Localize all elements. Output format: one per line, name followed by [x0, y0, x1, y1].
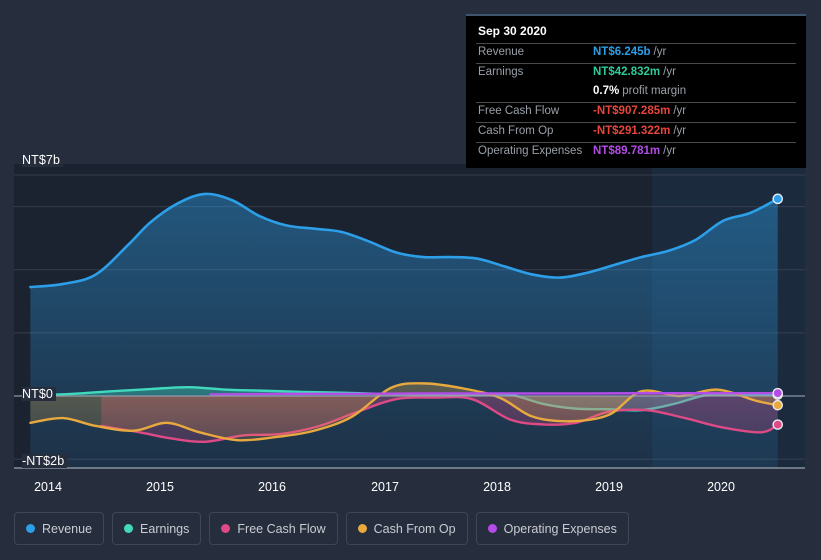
- x-axis-tick-label: 2015: [146, 480, 174, 494]
- endpoint-dot-free-cash-flow[interactable]: [772, 419, 784, 430]
- endpoint-dot-revenue[interactable]: [772, 193, 784, 205]
- y-axis-tick-label: -NT$2b: [22, 454, 68, 468]
- tooltip-row-label: Operating Expenses: [478, 145, 583, 157]
- tooltip-row: Earnings NT$42.832m/yr: [476, 63, 796, 83]
- tooltip-row: Free Cash Flow -NT$907.285m/yr: [476, 102, 796, 122]
- endpoint-dot-operating-expenses[interactable]: [772, 387, 784, 399]
- legend-color-dot-icon: [357, 524, 367, 533]
- tooltip-row-value: -NT$291.322m: [593, 125, 671, 137]
- series-line-operating-expenses[interactable]: [209, 391, 779, 396]
- tooltip-row-label: Earnings: [478, 66, 524, 78]
- tooltip-row-unit: /yr: [673, 105, 687, 117]
- endpoint-dot-cash-from-op[interactable]: [772, 399, 784, 411]
- tooltip-row: Cash From Op -NT$291.322m/yr: [476, 122, 796, 142]
- tooltip-row-unit: profit margin: [622, 85, 687, 97]
- tooltip-date: Sep 30 2020: [478, 24, 547, 38]
- chart-legend: Revenue Earnings Free Cash Flow Cash From O…: [14, 512, 629, 545]
- tooltip-row-unit: /yr: [653, 46, 667, 58]
- tooltip-row-label: Free Cash Flow: [478, 105, 560, 117]
- tooltip-row-value: -NT$907.285m: [593, 105, 671, 117]
- legend-item-revenue[interactable]: Revenue: [14, 512, 105, 545]
- tooltip-row-unit: /yr: [673, 125, 687, 137]
- tooltip-row: Revenue NT$6.245b/yr: [476, 43, 796, 63]
- tooltip-rows: Revenue NT$6.245b/yr Earnings NT$42.832m/yr…: [476, 43, 796, 162]
- legend-color-dot-icon: [124, 524, 134, 533]
- tooltip-row-unit: /yr: [663, 145, 676, 157]
- legend-item-operating-expenses[interactable]: Operating Expenses: [475, 512, 629, 545]
- x-axis-tick-label: 2018: [483, 480, 511, 494]
- legend-item-label: Cash From Op: [373, 521, 456, 536]
- tooltip-row-value: NT$89.781m: [593, 145, 661, 157]
- y-axis-tick-label: NT$0: [22, 387, 56, 401]
- legend-item-label: Operating Expenses: [503, 521, 617, 536]
- legend-item-earnings[interactable]: Earnings: [112, 512, 202, 545]
- tooltip-row: 0.7% profit margin: [476, 83, 796, 102]
- legend-item-label: Earnings: [140, 521, 190, 536]
- tooltip-row-label: Revenue: [478, 46, 525, 58]
- financial-chart-page: NT$7b NT$0 -NT$2b 2014 2015 2016 2017 2018 2019…: [0, 0, 821, 560]
- x-axis-tick-label: 2016: [258, 480, 286, 494]
- chart-tooltip: Sep 30 2020 Revenue NT$6.245b/yr Earnings N…: [466, 14, 806, 168]
- tooltip-row-value: NT$6.245b: [593, 46, 651, 58]
- legend-color-dot-icon: [26, 524, 35, 533]
- x-axis-tick-label: 2019: [595, 480, 623, 494]
- x-axis-tick-label: 2020: [707, 480, 735, 494]
- x-axis-tick-label: 2014: [34, 480, 62, 494]
- tooltip-row: Operating Expenses NT$89.781m/yr: [476, 142, 796, 162]
- legend-color-dot-icon: [221, 524, 231, 533]
- x-axis-tick-label: 2017: [371, 480, 399, 494]
- y-axis-tick-label: NT$7b: [22, 153, 64, 167]
- legend-item-label: Revenue: [42, 521, 93, 536]
- tooltip-row-value: NT$42.832m: [593, 66, 661, 78]
- legend-item-cash-from-op[interactable]: Cash From Op: [345, 512, 468, 545]
- tooltip-row-label: Cash From Op: [478, 125, 554, 137]
- legend-item-free-cash-flow[interactable]: Free Cash Flow: [209, 512, 338, 545]
- legend-item-label: Free Cash Flow: [237, 521, 326, 536]
- tooltip-row-unit: /yr: [663, 66, 676, 78]
- legend-color-dot-icon: [487, 524, 497, 533]
- tooltip-row-value: 0.7%: [593, 85, 620, 97]
